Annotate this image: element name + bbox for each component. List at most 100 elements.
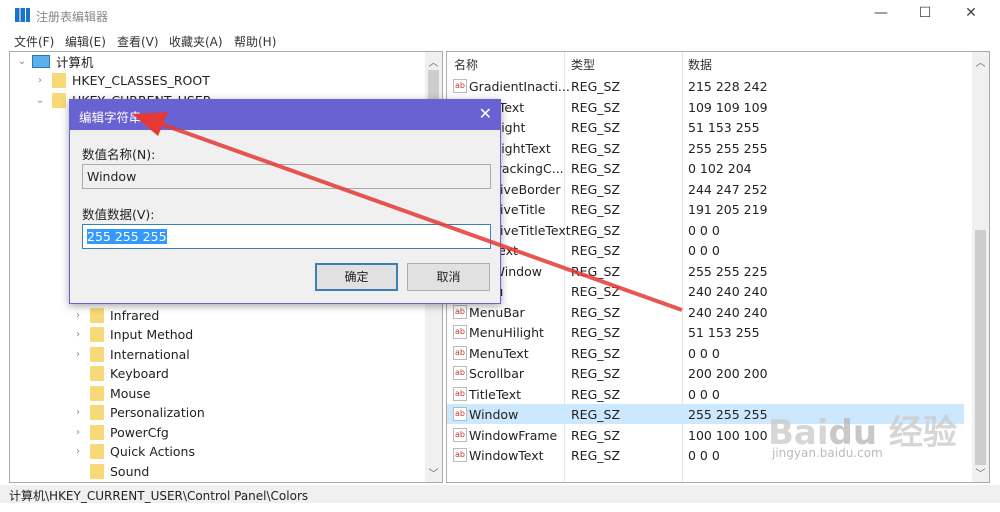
list-row[interactable]: abGrayTextREG_SZ109 109 109 xyxy=(447,97,964,117)
tree-item[interactable]: Mouse xyxy=(72,384,151,403)
chevron-right-icon[interactable]: › xyxy=(72,446,84,457)
scroll-thumb[interactable] xyxy=(975,230,986,465)
ok-button[interactable]: 确定 xyxy=(315,263,398,291)
cell-type: REG_SZ xyxy=(571,345,621,361)
cell-data: 244 247 252 xyxy=(688,181,768,197)
list-row[interactable]: ab MenuHilight REG_SZ 51 153 255 xyxy=(447,322,964,342)
cancel-button[interactable]: 取消 xyxy=(407,263,490,291)
menu-file[interactable]: 文件(F) xyxy=(14,33,54,50)
list-row[interactable]: ab GradientInacti... REG_SZ 215 228 242 xyxy=(447,76,964,96)
cell-type: REG_SZ xyxy=(571,161,621,176)
cell-type: REG_SZ xyxy=(571,140,621,156)
cell-name: GradientInacti... xyxy=(469,79,570,94)
string-value-icon: ab xyxy=(453,304,467,319)
minimize-button[interactable]: — xyxy=(866,5,896,21)
string-value-icon: ab xyxy=(453,79,467,93)
column-header-name[interactable]: 名称 xyxy=(454,56,478,73)
menu-view[interactable]: 查看(V) xyxy=(117,33,159,50)
scroll-down-icon[interactable]: ﹀ xyxy=(972,465,989,480)
string-value-icon: ab xyxy=(453,325,467,339)
cell-data: 51 153 255 xyxy=(688,120,760,135)
list-row[interactable]: ab TitleText REG_SZ 0 0 0 xyxy=(447,384,964,404)
cell-data: 51 153 255 xyxy=(688,325,760,340)
tree-item[interactable]: Sound xyxy=(72,462,149,481)
scroll-up-icon[interactable]: ︿ xyxy=(425,54,442,69)
cell-data: 255 255 255 xyxy=(688,140,768,156)
menu-favorites[interactable]: 收藏夹(A) xyxy=(169,33,223,50)
folder-icon xyxy=(90,425,104,440)
dialog-close-icon[interactable]: ✕ xyxy=(479,104,492,123)
cell-data: 240 240 240 xyxy=(688,284,768,299)
chevron-right-icon[interactable]: › xyxy=(72,310,84,321)
menu-help[interactable]: 帮助(H) xyxy=(234,33,276,50)
list-scrollbar[interactable]: ︿ ﹀ xyxy=(972,52,989,482)
column-header-data[interactable]: 数据 xyxy=(688,56,712,73)
cell-data: 255 255 225 xyxy=(688,263,768,279)
cell-name: MenuHilight xyxy=(469,325,544,340)
value-data-field[interactable]: 255 255 255 xyxy=(82,224,491,249)
value-name-field[interactable]: Window xyxy=(82,164,491,189)
list-row[interactable]: ab Scrollbar REG_SZ 200 200 200 xyxy=(447,363,964,383)
list-row[interactable]: abMenuREG_SZ240 240 240 xyxy=(447,281,964,301)
cell-type: REG_SZ xyxy=(571,427,621,443)
string-value-icon: ab xyxy=(453,427,467,442)
column-header-type[interactable]: 类型 xyxy=(571,56,595,73)
list-row[interactable]: abInfoWindowREG_SZ255 255 225 xyxy=(447,261,964,281)
tree-item[interactable]: Keyboard xyxy=(72,364,169,383)
list-row[interactable]: abInfoTextREG_SZ0 0 0 xyxy=(447,240,964,260)
tree-item-computer[interactable]: ⌄ 计算机 xyxy=(16,52,94,71)
cell-data: 0 0 0 xyxy=(688,448,720,463)
cell-type: REG_SZ xyxy=(571,448,621,463)
list-row[interactable]: abInactiveTitleREG_SZ191 205 219 xyxy=(447,199,964,219)
cell-name: Window xyxy=(469,407,519,422)
cell-type: REG_SZ xyxy=(571,202,621,217)
close-button[interactable]: ✕ xyxy=(956,5,986,21)
folder-icon xyxy=(90,405,104,420)
selected-text: 255 255 255 xyxy=(87,229,167,244)
folder-icon xyxy=(90,308,104,323)
tree-item-label: International xyxy=(110,347,190,362)
list-row[interactable]: ab MenuBar REG_SZ 240 240 240 xyxy=(447,302,964,322)
status-bar: 计算机\HKEY_CURRENT_USER\Control Panel\Colo… xyxy=(0,485,1000,503)
tree-item[interactable]: › HKEY_CLASSES_ROOT xyxy=(34,71,210,90)
cell-type: REG_SZ xyxy=(571,243,621,258)
cell-data: 100 100 100 xyxy=(688,427,768,443)
chevron-down-icon[interactable]: ⌄ xyxy=(34,95,46,106)
chevron-right-icon[interactable]: › xyxy=(72,427,84,438)
cell-name: WindowText xyxy=(469,448,544,463)
tree-item[interactable]: › Input Method xyxy=(72,325,193,344)
list-row[interactable]: abInactiveTitleTextREG_SZ0 0 0 xyxy=(447,220,964,240)
maximize-button[interactable]: ☐ xyxy=(910,5,940,21)
chevron-down-icon[interactable]: ⌄ xyxy=(16,56,28,67)
folder-icon xyxy=(90,464,104,479)
tree-item[interactable]: › PowerCfg xyxy=(72,423,169,442)
cell-data: 215 228 242 xyxy=(688,79,768,94)
tree-item[interactable]: › Personalization xyxy=(72,403,205,422)
tree-item-label: HKEY_CLASSES_ROOT xyxy=(72,73,210,88)
cell-type: REG_SZ xyxy=(571,304,621,320)
folder-icon xyxy=(90,347,104,362)
cell-data: 109 109 109 xyxy=(688,99,768,115)
tree-item[interactable]: › International xyxy=(72,345,190,364)
chevron-right-icon[interactable]: › xyxy=(34,75,46,86)
tree-item[interactable]: › Infrared xyxy=(72,306,159,325)
tree-item[interactable]: › Quick Actions xyxy=(72,442,195,461)
scroll-up-icon[interactable]: ︿ xyxy=(972,54,989,69)
value-data-label: 数值数据(V): xyxy=(82,207,155,222)
value-name-label: 数值名称(N): xyxy=(82,147,156,162)
list-row[interactable]: abHighlightREG_SZ51 153 255 xyxy=(447,117,964,137)
cell-type: REG_SZ xyxy=(571,366,621,381)
chevron-right-icon[interactable]: › xyxy=(72,349,84,360)
tree-item-label: Personalization xyxy=(110,405,205,420)
folder-icon xyxy=(52,93,66,108)
scroll-down-icon[interactable]: ﹀ xyxy=(425,465,442,480)
regedit-icon xyxy=(15,8,30,22)
chevron-right-icon[interactable]: › xyxy=(72,329,84,340)
edit-string-dialog: 编辑字符串 ✕ 数值名称(N): Window 数值数据(V): 255 255… xyxy=(69,99,501,304)
menu-edit[interactable]: 编辑(E) xyxy=(65,33,106,50)
list-row[interactable]: abInactiveBorderREG_SZ244 247 252 xyxy=(447,179,964,199)
list-row[interactable]: abHotTrackingC...REG_SZ0 102 204 xyxy=(447,158,964,178)
chevron-right-icon[interactable]: › xyxy=(72,407,84,418)
list-row[interactable]: ab MenuText REG_SZ 0 0 0 xyxy=(447,343,964,363)
list-row[interactable]: abHighlightTextREG_SZ255 255 255 xyxy=(447,138,964,158)
